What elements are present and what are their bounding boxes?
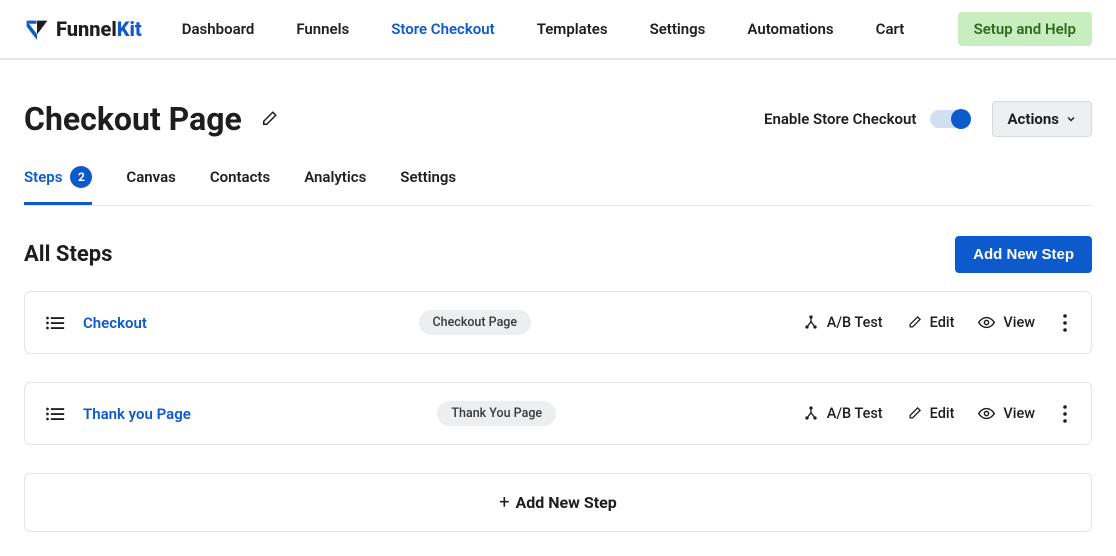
plus-icon: + [499, 492, 509, 513]
view-label: View [1003, 314, 1035, 331]
pencil-icon [907, 406, 922, 421]
view-button[interactable]: View [978, 314, 1035, 331]
edit-label: Edit [930, 405, 955, 422]
tab-badge: 2 [70, 166, 92, 188]
add-new-step-button[interactable]: Add New Step [955, 236, 1092, 273]
add-bar-label: Add New Step [515, 493, 616, 512]
section-title: All Steps [24, 242, 112, 267]
edit-button[interactable]: Edit [907, 314, 955, 331]
pencil-icon [907, 315, 922, 330]
top-nav: FunnelKit Dashboard Funnels Store Checko… [0, 0, 1116, 60]
step-type-pill: Checkout Page [419, 310, 532, 335]
edit-label: Edit [930, 314, 955, 331]
ab-test-button[interactable]: A/B Test [803, 314, 883, 331]
step-row: Checkout Checkout Page A/B Test Edit Vie… [24, 291, 1092, 354]
section-header: All Steps Add New Step [24, 236, 1092, 273]
drag-icon[interactable] [45, 405, 65, 423]
view-label: View [1003, 405, 1035, 422]
tab-analytics[interactable]: Analytics [304, 166, 366, 205]
split-icon [803, 406, 819, 422]
drag-icon[interactable] [45, 314, 65, 332]
more-icon[interactable] [1059, 314, 1071, 332]
step-type-pill: Thank You Page [437, 401, 556, 426]
ab-label: A/B Test [827, 405, 883, 422]
tabs: Steps 2 Canvas Contacts Analytics Settin… [24, 166, 1092, 206]
tab-settings[interactable]: Settings [400, 166, 456, 205]
eye-icon [978, 405, 995, 422]
nav-items: Dashboard Funnels Store Checkout Templat… [182, 20, 958, 38]
edit-button[interactable]: Edit [907, 405, 955, 422]
tab-label: Steps [24, 168, 62, 186]
logo-icon [24, 16, 50, 42]
nav-templates[interactable]: Templates [537, 20, 608, 38]
step-name-link[interactable]: Checkout [83, 314, 147, 332]
tab-steps[interactable]: Steps 2 [24, 166, 92, 205]
view-button[interactable]: View [978, 405, 1035, 422]
nav-store-checkout[interactable]: Store Checkout [391, 20, 494, 38]
nav-funnels[interactable]: Funnels [296, 20, 349, 38]
pencil-icon[interactable] [260, 110, 278, 128]
toggle-label: Enable Store Checkout [764, 110, 916, 128]
page-title: Checkout Page [24, 100, 242, 138]
enable-checkout-toggle[interactable] [930, 110, 970, 128]
logo-text: FunnelKit [56, 17, 142, 41]
step-actions: A/B Test Edit View [803, 314, 1071, 332]
more-icon[interactable] [1059, 405, 1071, 423]
nav-dashboard[interactable]: Dashboard [182, 20, 255, 38]
logo[interactable]: FunnelKit [24, 16, 142, 42]
nav-settings[interactable]: Settings [650, 20, 706, 38]
step-row: Thank you Page Thank You Page A/B Test E… [24, 382, 1092, 445]
eye-icon [978, 314, 995, 331]
actions-button[interactable]: Actions [992, 101, 1092, 137]
nav-cart[interactable]: Cart [876, 20, 905, 38]
step-name-link[interactable]: Thank you Page [83, 405, 191, 423]
page-header: Checkout Page Enable Store Checkout Acti… [24, 100, 1092, 138]
chevron-down-icon [1065, 113, 1077, 125]
nav-automations[interactable]: Automations [747, 20, 833, 38]
ab-test-button[interactable]: A/B Test [803, 405, 883, 422]
actions-label: Actions [1007, 110, 1059, 128]
tab-canvas[interactable]: Canvas [126, 166, 175, 205]
setup-help-button[interactable]: Setup and Help [958, 12, 1092, 46]
step-actions: A/B Test Edit View [803, 405, 1071, 423]
split-icon [803, 315, 819, 331]
add-new-step-bar[interactable]: + Add New Step [24, 473, 1092, 532]
toggle-knob [951, 109, 971, 129]
ab-label: A/B Test [827, 314, 883, 331]
tab-contacts[interactable]: Contacts [210, 166, 270, 205]
